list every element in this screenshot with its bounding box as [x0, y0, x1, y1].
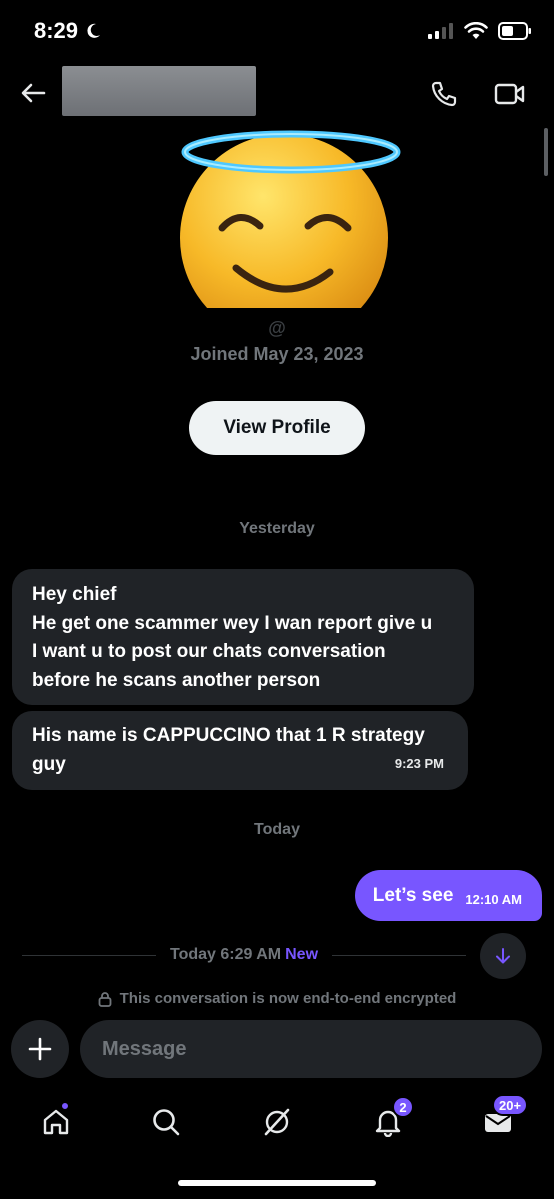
- video-call-button[interactable]: [492, 78, 528, 110]
- message-bubble-incoming[interactable]: Hey chief He get one scammer wey I wan r…: [12, 569, 474, 705]
- status-time-container: 8:29: [34, 18, 102, 44]
- back-arrow-icon: [21, 83, 46, 103]
- message-input[interactable]: [80, 1020, 542, 1078]
- profile-avatar[interactable]: [178, 128, 404, 342]
- search-icon: [153, 1109, 180, 1136]
- divider-label: Today 6:29 AM New: [156, 946, 332, 964]
- tab-notifications[interactable]: 2: [366, 1096, 414, 1144]
- tab-search[interactable]: [144, 1100, 188, 1144]
- home-icon: [43, 1109, 69, 1135]
- joined-date: Joined May 23, 2023: [190, 344, 364, 364]
- home-notification-dot: [60, 1101, 70, 1111]
- tab-home[interactable]: [34, 1100, 78, 1144]
- divider-timestamp: Today 6:29 AM: [169, 946, 282, 963]
- date-separator-yesterday: Yesterday: [239, 520, 315, 537]
- redacted-contact-name: [62, 66, 256, 116]
- message-bubble-outgoing[interactable]: Let’s see 12:10 AM: [354, 870, 542, 921]
- plus-icon: [28, 1037, 52, 1061]
- smiling-face-with-halo-icon: [180, 130, 401, 342]
- grok-icon: [264, 1108, 290, 1136]
- video-icon: [494, 83, 525, 105]
- voice-call-button[interactable]: [428, 78, 460, 110]
- lock-icon: [98, 991, 112, 1007]
- date-separator-today: Today: [254, 821, 300, 838]
- tab-messages[interactable]: 20+: [476, 1094, 529, 1144]
- messages-badge: 20+: [492, 1094, 529, 1116]
- view-profile-button[interactable]: View Profile: [189, 401, 365, 455]
- encryption-notice-text: This conversation is now end-to-end encr…: [119, 990, 457, 1007]
- profile-handle: @: [268, 318, 286, 338]
- scroll-to-bottom-button[interactable]: [480, 933, 526, 979]
- message-text: Let’s see: [372, 884, 454, 906]
- message-text: Hey chief He get one scammer wey I wan r…: [32, 584, 433, 691]
- message-time: 9:23 PM: [394, 755, 444, 771]
- new-label: New: [285, 946, 319, 963]
- message-bubble-incoming[interactable]: His name is CAPPUCCINO that 1 R strategy…: [12, 711, 468, 790]
- encryption-notice: This conversation is now end-to-end encr…: [0, 990, 554, 1007]
- battery-icon: [498, 22, 531, 40]
- status-time: 8:29: [34, 18, 79, 43]
- moon-icon: [87, 23, 101, 38]
- home-indicator[interactable]: [178, 1180, 376, 1186]
- conversation-header: [0, 64, 554, 120]
- notifications-badge: 2: [392, 1096, 414, 1118]
- status-indicators: [428, 22, 532, 40]
- scrollbar-thumb[interactable]: [544, 128, 548, 176]
- divider-line: [22, 954, 156, 956]
- new-messages-divider: Today 6:29 AM New: [22, 944, 522, 966]
- arrow-down-icon: [496, 948, 510, 964]
- status-bar: 8:29: [0, 0, 554, 64]
- bottom-tab-bar: 2 20+: [0, 1090, 554, 1152]
- message-text: His name is CAPPUCCINO that 1 R strategy…: [32, 725, 425, 775]
- wifi-icon: [464, 22, 488, 39]
- tab-grok[interactable]: [255, 1100, 299, 1144]
- message-time: 12:10 AM: [465, 892, 522, 907]
- back-button[interactable]: [18, 78, 48, 108]
- add-attachment-button[interactable]: [11, 1020, 69, 1078]
- signal-icon: [428, 23, 453, 39]
- divider-line: [332, 954, 467, 956]
- phone-icon: [431, 81, 457, 107]
